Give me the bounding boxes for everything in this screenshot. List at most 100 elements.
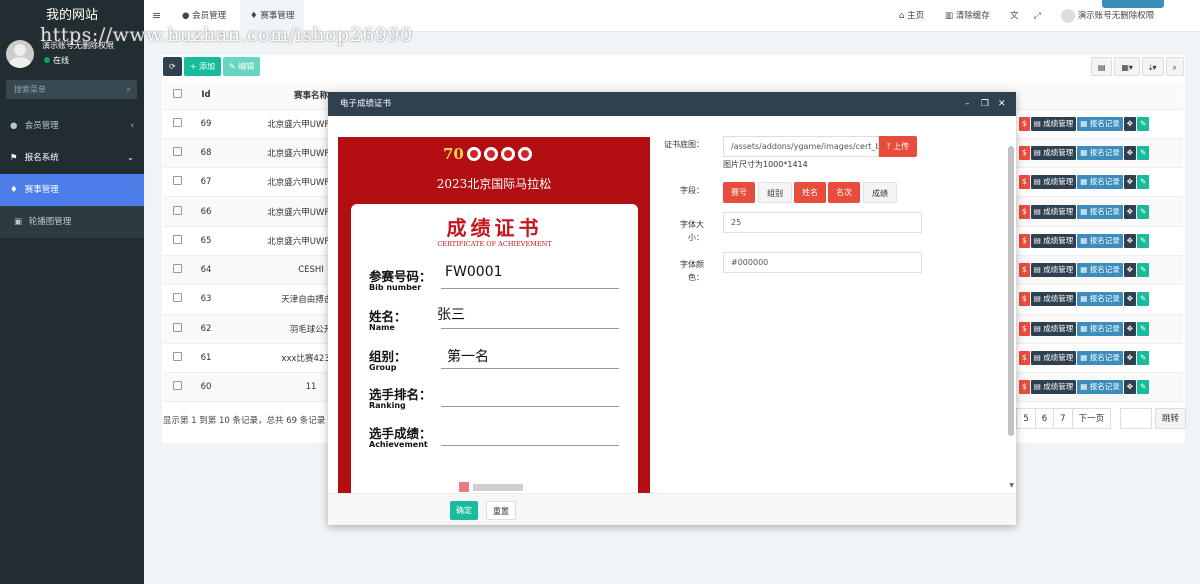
reset-button[interactable]: 重置 bbox=[486, 501, 516, 520]
translate-icon[interactable]: 文 bbox=[1010, 0, 1019, 32]
edit-icon[interactable]: ✎ bbox=[1137, 204, 1150, 219]
row-checkbox[interactable] bbox=[163, 284, 191, 315]
select-all-checkbox[interactable] bbox=[163, 82, 191, 110]
score-manage-button[interactable]: ▤ 成绩管理 bbox=[1030, 263, 1077, 278]
signup-records-button[interactable]: ▦ 报名记录 bbox=[1077, 292, 1123, 307]
move-icon[interactable]: ✥ bbox=[1123, 380, 1137, 395]
certificate-button[interactable]: $ bbox=[1019, 116, 1030, 131]
edit-icon[interactable]: ✎ bbox=[1137, 233, 1150, 248]
score-manage-button[interactable]: ▤ 成绩管理 bbox=[1030, 233, 1077, 248]
field-chip-name[interactable]: 姓名 bbox=[794, 182, 826, 203]
signup-records-button[interactable]: ▦ 报名记录 bbox=[1077, 233, 1123, 248]
bg-path-input[interactable]: /assets/addons/ygame/images/cert_bg bbox=[723, 136, 879, 157]
score-manage-button[interactable]: ▤ 成绩管理 bbox=[1030, 321, 1077, 336]
signup-records-button[interactable]: ▦ 报名记录 bbox=[1077, 175, 1123, 190]
certificate-button[interactable]: $ bbox=[1019, 292, 1030, 307]
signup-records-button[interactable]: ▦ 报名记录 bbox=[1077, 351, 1123, 366]
page-5[interactable]: 5 bbox=[1016, 408, 1036, 429]
row-checkbox[interactable] bbox=[163, 109, 191, 139]
edit-button[interactable]: ✎ 编辑 bbox=[222, 57, 261, 76]
signup-records-button[interactable]: ▦ 报名记录 bbox=[1077, 380, 1123, 395]
row-checkbox[interactable] bbox=[163, 167, 191, 198]
page-jump-input[interactable] bbox=[1119, 408, 1152, 429]
refresh-button[interactable]: ⟳ bbox=[163, 57, 182, 76]
move-icon[interactable]: ✥ bbox=[1123, 204, 1137, 219]
score-manage-button[interactable]: ▤ 成绩管理 bbox=[1030, 380, 1077, 395]
signup-records-button[interactable]: ▦ 报名记录 bbox=[1077, 145, 1123, 160]
edit-icon[interactable]: ✎ bbox=[1137, 351, 1150, 366]
row-checkbox[interactable] bbox=[163, 196, 191, 227]
minimize-icon[interactable]: – bbox=[965, 92, 970, 116]
score-manage-button[interactable]: ▤ 成绩管理 bbox=[1030, 292, 1077, 307]
modal-scrollbar[interactable] bbox=[1008, 146, 1014, 436]
columns-icon[interactable]: ▦▾ bbox=[1114, 57, 1140, 76]
edit-icon[interactable]: ✎ bbox=[1137, 321, 1150, 336]
row-checkbox[interactable] bbox=[163, 343, 191, 374]
signup-records-button[interactable]: ▦ 报名记录 bbox=[1077, 204, 1123, 219]
edit-icon[interactable]: ✎ bbox=[1137, 116, 1150, 131]
move-icon[interactable]: ✥ bbox=[1123, 321, 1137, 336]
page-6[interactable]: 6 bbox=[1034, 408, 1055, 429]
edit-icon[interactable]: ✎ bbox=[1137, 380, 1150, 395]
certificate-button[interactable]: $ bbox=[1019, 175, 1030, 190]
field-chip-group[interactable]: 组别 bbox=[758, 182, 792, 203]
search-icon[interactable]: ⌕ bbox=[127, 80, 131, 99]
fullscreen-icon[interactable]: ⤢ bbox=[1034, 0, 1041, 32]
next-page-button[interactable]: 下一页 bbox=[1071, 408, 1112, 429]
move-icon[interactable]: ✥ bbox=[1123, 263, 1137, 278]
clear-cache-link[interactable]: ▥ 清除缓存 bbox=[945, 0, 990, 32]
move-icon[interactable]: ✥ bbox=[1123, 292, 1137, 307]
maximize-icon[interactable]: ❐ bbox=[981, 92, 989, 116]
sidebar-item-events[interactable]: ♦ 赛事管理 bbox=[0, 174, 144, 206]
row-checkbox[interactable] bbox=[163, 372, 191, 403]
certificate-button[interactable]: $ bbox=[1019, 233, 1030, 248]
edit-icon[interactable]: ✎ bbox=[1137, 145, 1150, 160]
signup-records-button[interactable]: ▦ 报名记录 bbox=[1077, 263, 1123, 278]
certificate-button[interactable]: $ bbox=[1019, 321, 1030, 336]
page-7[interactable]: 7 bbox=[1053, 408, 1073, 429]
certificate-button[interactable]: $ bbox=[1019, 204, 1030, 219]
signup-records-button[interactable]: ▦ 报名记录 bbox=[1077, 116, 1123, 131]
certificate-button[interactable]: $ bbox=[1019, 380, 1030, 395]
score-manage-button[interactable]: ▤ 成绩管理 bbox=[1030, 204, 1077, 219]
score-manage-button[interactable]: ▤ 成绩管理 bbox=[1030, 145, 1077, 160]
scroll-down-icon[interactable]: ▼ bbox=[1009, 482, 1014, 489]
notification-badge[interactable] bbox=[1102, 0, 1164, 8]
move-icon[interactable]: ✥ bbox=[1123, 116, 1137, 131]
sidebar-search-input[interactable]: 搜索菜单 ⌕ bbox=[6, 80, 137, 99]
sidebar-item-members[interactable]: ● 会员管理 ‹ bbox=[0, 110, 144, 142]
score-manage-button[interactable]: ▤ 成绩管理 bbox=[1030, 351, 1077, 366]
certificate-button[interactable]: $ bbox=[1019, 145, 1030, 160]
sidebar-item-signup[interactable]: ⚑ 报名系统 ⌄ bbox=[0, 142, 144, 174]
move-icon[interactable]: ✥ bbox=[1123, 233, 1137, 248]
move-icon[interactable]: ✥ bbox=[1123, 145, 1137, 160]
toggle-view-icon[interactable]: ▤ bbox=[1090, 57, 1113, 76]
row-checkbox[interactable] bbox=[163, 226, 191, 256]
add-button[interactable]: + 添加 bbox=[183, 57, 221, 76]
field-chip-rank[interactable]: 名次 bbox=[828, 182, 860, 203]
move-icon[interactable]: ✥ bbox=[1123, 351, 1137, 366]
edit-icon[interactable]: ✎ bbox=[1137, 263, 1150, 278]
score-manage-button[interactable]: ▤ 成绩管理 bbox=[1030, 116, 1077, 131]
move-icon[interactable]: ✥ bbox=[1123, 175, 1137, 190]
certificate-button[interactable]: $ bbox=[1019, 263, 1030, 278]
column-header-id[interactable]: Id bbox=[191, 82, 221, 110]
font-size-input[interactable]: 25 bbox=[723, 212, 922, 233]
upload-button[interactable]: ⤒ 上传 bbox=[879, 136, 918, 157]
sidebar-item-carousel[interactable]: ▣ 轮播图管理 bbox=[0, 206, 144, 238]
jump-button[interactable]: 跳转 bbox=[1154, 408, 1186, 429]
confirm-button[interactable]: 确定 bbox=[450, 501, 478, 520]
row-checkbox[interactable] bbox=[163, 255, 191, 286]
edit-icon[interactable]: ✎ bbox=[1137, 175, 1150, 190]
row-checkbox[interactable] bbox=[163, 138, 191, 169]
row-checkbox[interactable] bbox=[163, 314, 191, 344]
close-icon[interactable]: ✕ bbox=[998, 92, 1006, 116]
edit-icon[interactable]: ✎ bbox=[1137, 292, 1150, 307]
signup-records-button[interactable]: ▦ 报名记录 bbox=[1077, 321, 1123, 336]
field-chip-score[interactable]: 成绩 bbox=[863, 182, 897, 203]
home-link[interactable]: ⌂ 主页 bbox=[899, 0, 924, 32]
export-icon[interactable]: ⤓▾ bbox=[1141, 57, 1164, 76]
score-manage-button[interactable]: ▤ 成绩管理 bbox=[1030, 175, 1077, 190]
field-chip-bib[interactable]: 赛号 bbox=[723, 182, 755, 203]
font-color-input[interactable]: #000000 bbox=[723, 252, 922, 273]
